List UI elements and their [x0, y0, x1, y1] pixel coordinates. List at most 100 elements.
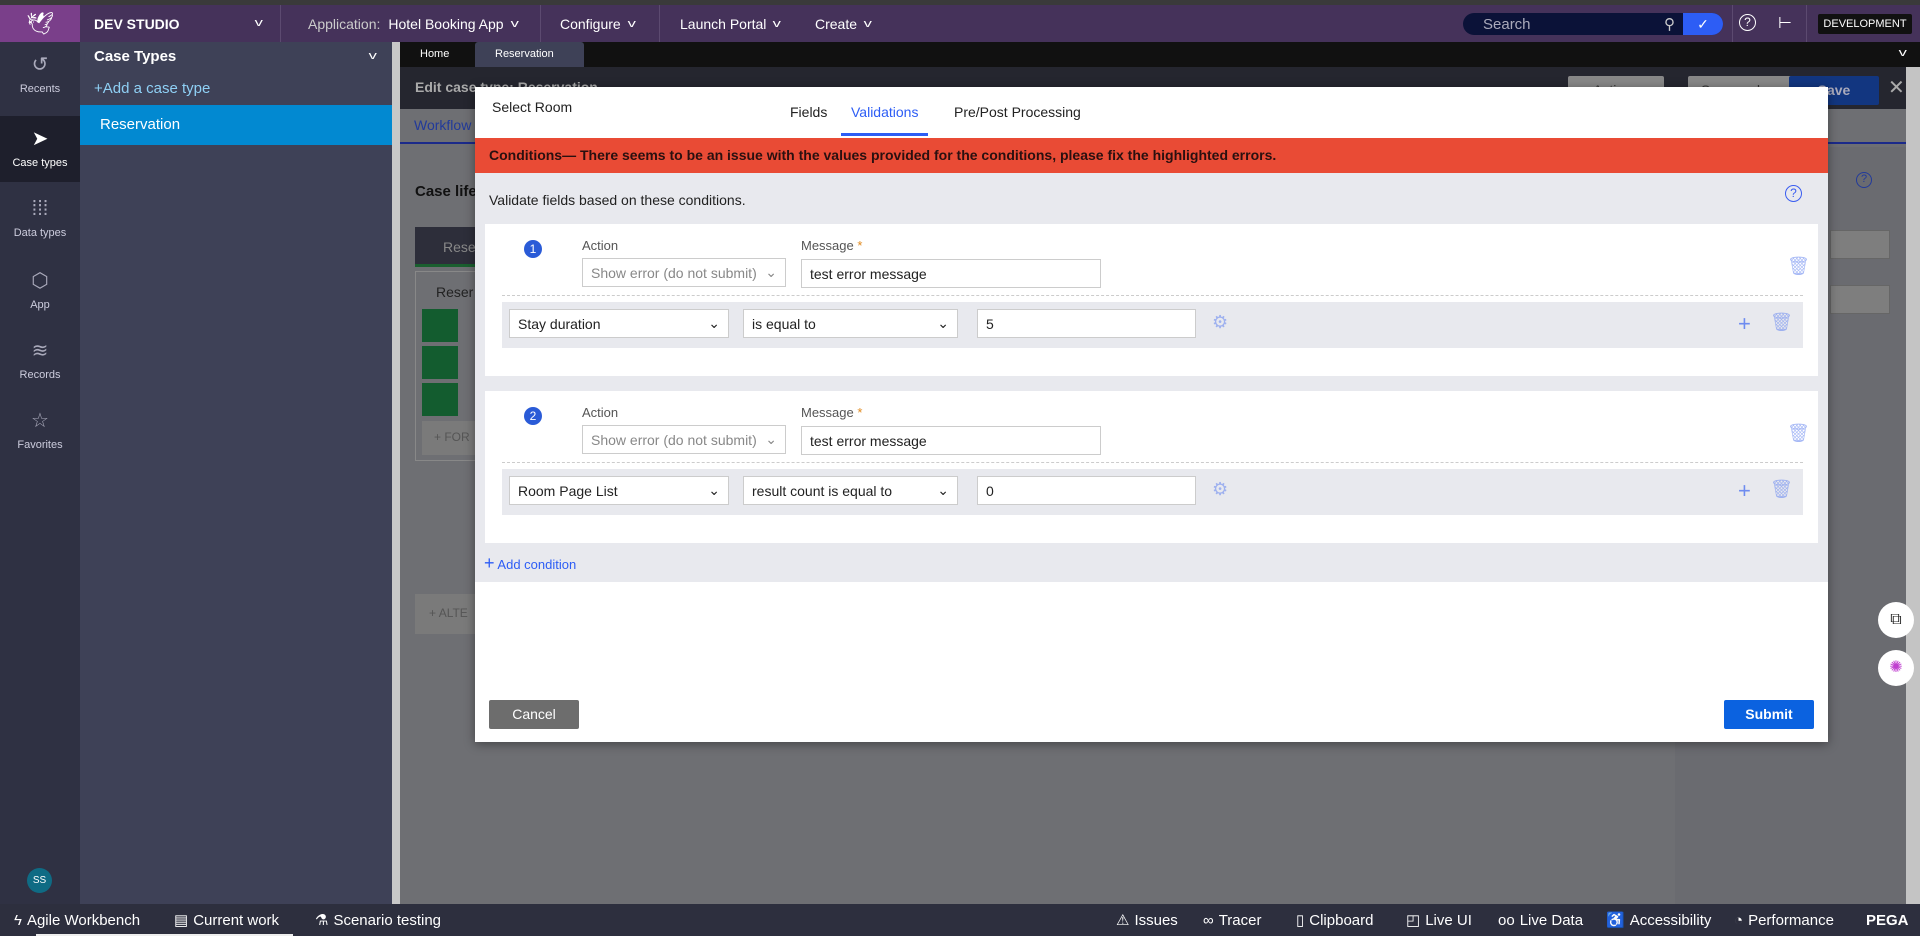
chevron-down-icon[interactable]: v	[369, 50, 377, 62]
trash-icon[interactable]: 🗑	[1787, 423, 1810, 444]
condition-number: 2	[524, 407, 542, 425]
message-input[interactable]: test error message	[801, 426, 1101, 455]
ai-brain-icon[interactable]: ✺	[1878, 650, 1914, 686]
live-data-button[interactable]: oo Live Data	[1498, 904, 1583, 936]
tracer-button[interactable]: ∞ Tracer	[1203, 904, 1261, 936]
message-label: Message *	[801, 405, 863, 420]
tab-pre-post-processing[interactable]: Pre/Post Processing	[954, 87, 1081, 137]
clipboard-icon	[422, 383, 458, 416]
chevron-down-icon: ⌄	[765, 431, 777, 447]
action-label: Action	[582, 405, 619, 420]
current-work-button[interactable]: ▤ Current work	[174, 904, 279, 936]
clipboard-list-icon: ▤	[174, 912, 189, 929]
panel-title: Case Types	[94, 48, 177, 65]
nav-recents[interactable]: ↺ Recents	[0, 42, 80, 108]
plus-icon[interactable]: +	[1738, 478, 1751, 504]
clipboard-icon	[422, 309, 458, 342]
gear-icon[interactable]: ⚙	[1212, 312, 1228, 333]
action-select[interactable]: Show error (do not submit) ⌄	[582, 258, 786, 287]
hierarchy-icon[interactable]: ⊢	[1778, 13, 1792, 33]
chevron-down-icon[interactable]: v	[255, 17, 263, 29]
clipboard-button[interactable]: ▯ Clipboard	[1296, 904, 1373, 936]
check-icon[interactable]: ✓	[1683, 13, 1723, 35]
gear-icon[interactable]: ⚙	[1212, 479, 1228, 500]
case-type-item[interactable]: Reservation	[80, 105, 392, 145]
validations-body: Validate fields based on these condition…	[475, 173, 1828, 582]
plus-icon[interactable]: +	[1738, 311, 1751, 337]
condition-row: Room Page List ⌄ result count is equal to…	[502, 469, 1803, 515]
trash-icon[interactable]: 🗑	[1770, 312, 1793, 333]
tab-home[interactable]: Home	[400, 42, 469, 67]
accessibility-button[interactable]: ♿ Accessibility	[1606, 904, 1711, 936]
tab-fields[interactable]: Fields	[790, 87, 827, 137]
gauge-icon: ◔	[1734, 911, 1744, 929]
issues-button[interactable]: ⚠ Issues	[1116, 904, 1178, 936]
error-banner: Conditions— There seems to be an issue w…	[475, 138, 1828, 173]
scrollbar[interactable]	[1906, 67, 1920, 904]
add-case-type-link[interactable]: +Add a case type	[94, 80, 210, 97]
nav-data-types[interactable]: ⁞⁞⁞ Data types	[0, 188, 80, 254]
action-select[interactable]: Show error (do not submit) ⌄	[582, 425, 786, 454]
tracer-icon: ∞	[1203, 911, 1214, 929]
performance-button[interactable]: ◔ Performance	[1734, 904, 1834, 936]
search-input[interactable]: Search ⚲ ✓	[1463, 13, 1723, 35]
chevron-down-icon: v	[627, 17, 636, 30]
launch-portal-menu[interactable]: Launch Portal v	[680, 5, 781, 42]
application-menu[interactable]: Application: Hotel Booking App v	[308, 5, 518, 42]
configure-menu[interactable]: Configure v	[560, 5, 636, 42]
scenario-testing-button[interactable]: ⚗ Scenario testing	[315, 904, 441, 936]
live-ui-button[interactable]: ◰ Live UI	[1406, 904, 1472, 936]
left-nav: ↺ Recents ➤ Case types ⁞⁞⁞ Data types ⬡ App …	[0, 42, 80, 904]
submit-button[interactable]: Submit	[1724, 700, 1814, 729]
translate-icon[interactable]: ⧉	[1878, 602, 1914, 638]
value-input[interactable]: 5	[977, 309, 1196, 338]
environment-badge: DEVELOPMENT	[1818, 14, 1912, 34]
help-icon[interactable]: ?	[1739, 14, 1756, 31]
grid-dots-icon: ⁞⁞⁞	[31, 198, 49, 220]
pega-logo[interactable]: 🕊	[0, 5, 80, 42]
lightning-icon: ϟ	[14, 911, 22, 929]
trash-icon[interactable]: 🗑	[1770, 479, 1793, 500]
chevron-down-icon: ⌄	[937, 315, 949, 331]
chevron-down-icon: ⌄	[708, 482, 720, 498]
tab-workflow[interactable]: Workflow	[414, 117, 471, 133]
condition-row: Stay duration ⌄ is equal to ⌄ 5 ⚙ + 🗑	[502, 302, 1803, 348]
studio-switcher[interactable]: DEV STUDIO	[94, 5, 180, 42]
tab-reservation[interactable]: Reservation	[475, 42, 584, 67]
operator-select[interactable]: result count is equal to ⌄	[743, 476, 958, 505]
nav-case-types[interactable]: ➤ Case types	[0, 116, 80, 182]
create-menu[interactable]: Create v	[815, 5, 872, 42]
chevron-down-icon[interactable]: v	[1899, 47, 1907, 59]
nav-favorites[interactable]: ☆ Favorites	[0, 398, 80, 464]
add-condition-link[interactable]: + Add condition	[484, 553, 576, 574]
clipboard-icon	[422, 346, 458, 379]
case-lifecycle-title: Case life	[415, 183, 477, 200]
agile-workbench-button[interactable]: ϟ Agile Workbench	[14, 904, 140, 936]
nav-records[interactable]: ≋ Records	[0, 328, 80, 394]
chevron-down-icon: ⌄	[765, 264, 777, 280]
value-input[interactable]: 0	[977, 476, 1196, 505]
star-icon: ☆	[31, 410, 49, 432]
help-icon[interactable]: ?	[1856, 172, 1872, 188]
message-input[interactable]: test error message	[801, 259, 1101, 288]
layers-icon: ≋	[31, 340, 49, 362]
select-room-modal: Select Room Fields Validations Pre/Post …	[475, 87, 1828, 742]
nav-app[interactable]: ⬡ App	[0, 258, 80, 324]
avatar[interactable]: SS	[27, 868, 52, 893]
operator-select[interactable]: is equal to ⌄	[743, 309, 958, 338]
warning-icon: ⚠	[1116, 912, 1130, 929]
help-icon[interactable]: ?	[1785, 185, 1802, 202]
glasses-icon: oo	[1498, 911, 1515, 929]
field-select[interactable]: Stay duration ⌄	[509, 309, 729, 338]
modal-title: Select Room	[492, 99, 573, 115]
panel-divider[interactable]	[392, 42, 400, 904]
developer-toolbar: ϟ Agile Workbench ▤ Current work ⚗ Scenario…	[0, 904, 1920, 936]
field-select[interactable]: Room Page List ⌄	[509, 476, 729, 505]
condition-card: 1 Action Show error (do not submit) ⌄ Mes…	[485, 224, 1818, 376]
search-icon[interactable]: ⚲	[1664, 15, 1675, 33]
chevron-down-icon: ⌄	[708, 315, 720, 331]
cancel-button[interactable]: Cancel	[489, 700, 579, 729]
tab-validations[interactable]: Validations	[841, 87, 929, 136]
close-icon[interactable]: ✕	[1888, 75, 1905, 100]
trash-icon[interactable]: 🗑	[1787, 256, 1810, 277]
